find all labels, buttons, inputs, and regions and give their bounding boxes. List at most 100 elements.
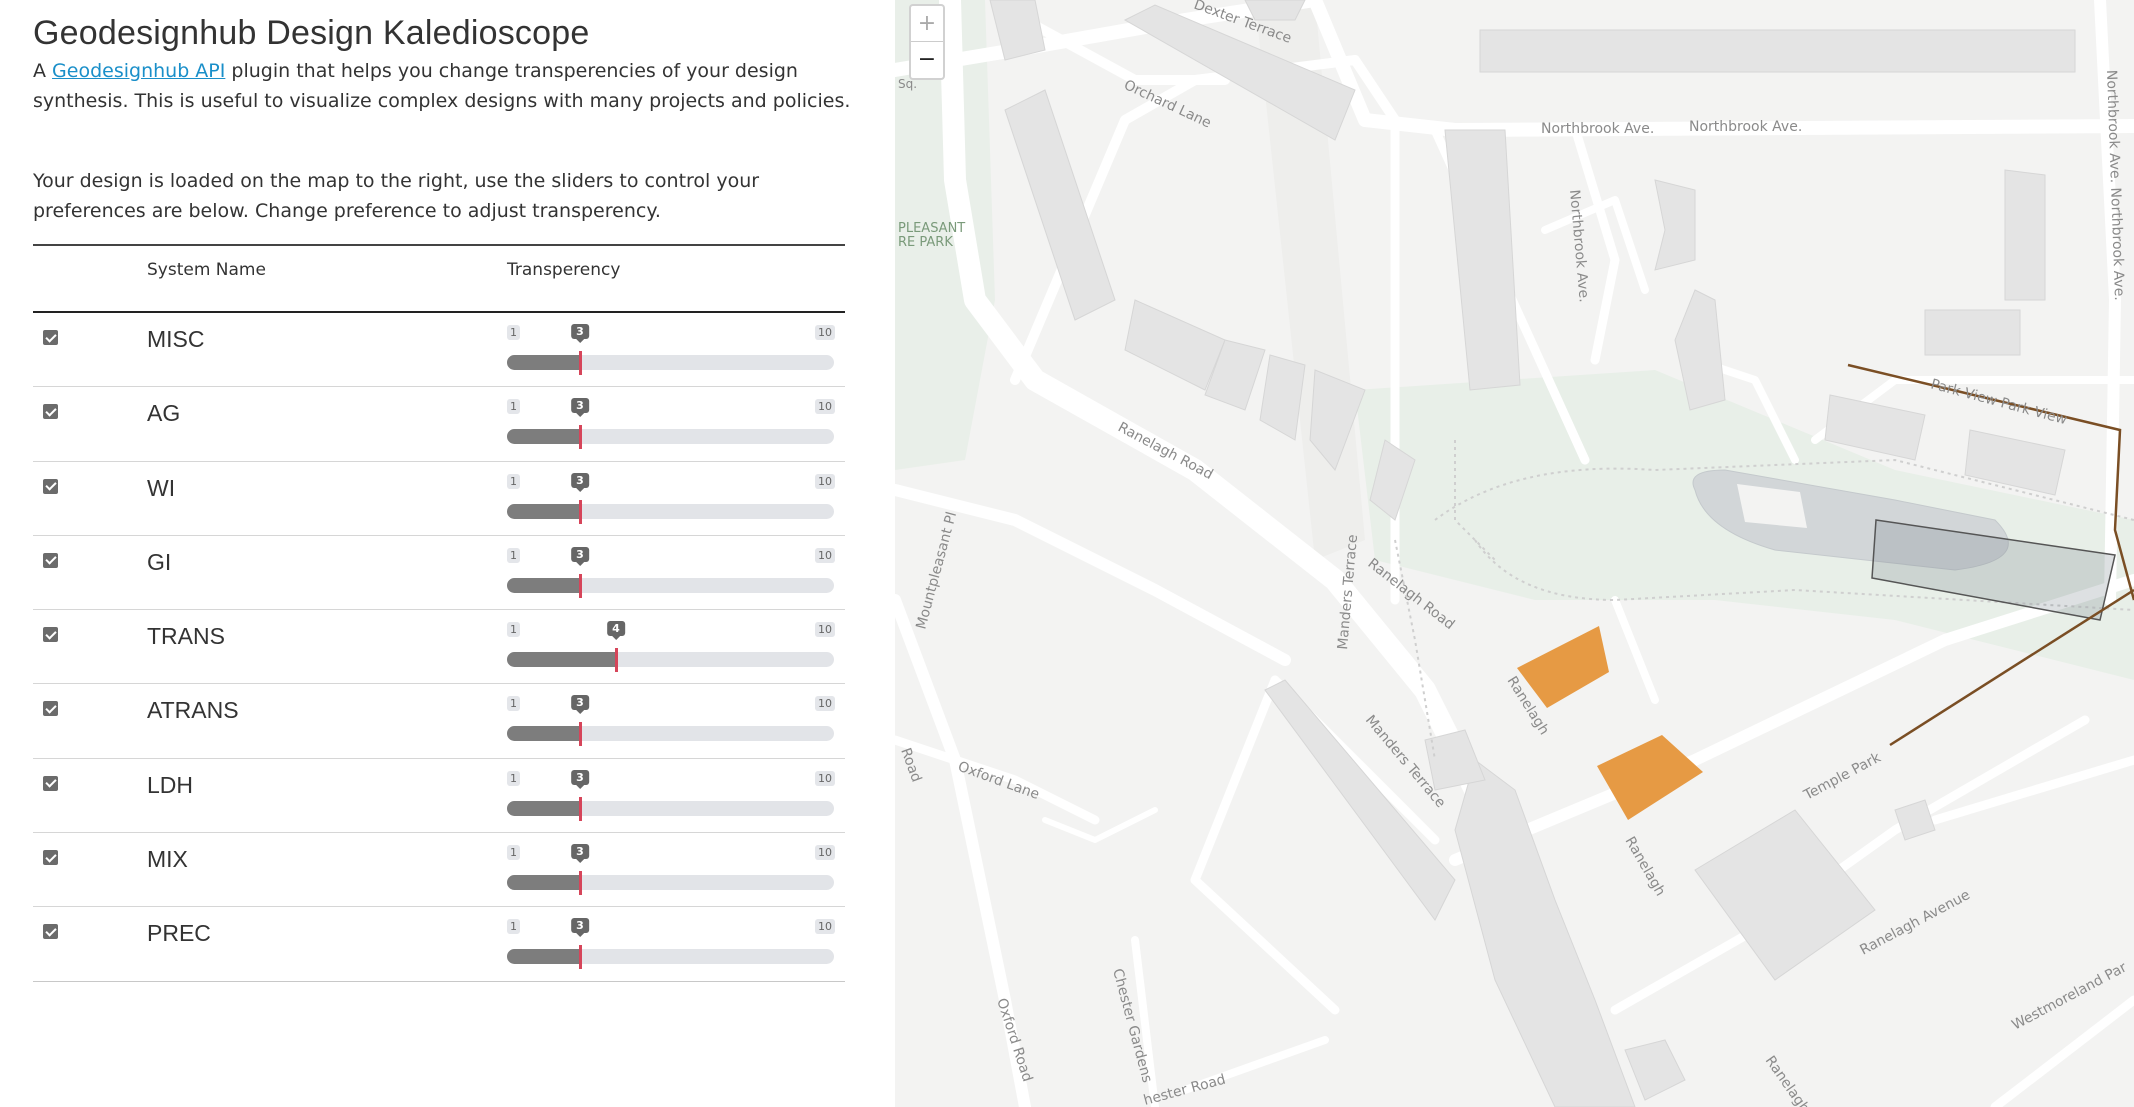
slider-track[interactable] — [507, 949, 834, 965]
slider-value-label: 3 — [571, 472, 589, 492]
system-checkbox[interactable] — [43, 478, 58, 494]
slider-value-label: 4 — [607, 621, 625, 641]
slider-value-label: 3 — [571, 844, 589, 864]
slider-max-label: 10 — [815, 473, 835, 489]
table-row: MISC 1 10 3 — [33, 313, 845, 388]
slider-handle[interactable] — [579, 573, 582, 598]
slider-value-label: 3 — [571, 769, 589, 789]
slider-min-label: 1 — [507, 845, 520, 861]
slider-max-label: 10 — [815, 770, 835, 786]
system-checkbox[interactable] — [43, 404, 58, 420]
zoom-in-button[interactable]: + — [911, 6, 943, 42]
map-label: Northbrook Ave. — [1566, 189, 1592, 303]
map-label: Northbrook Ave. — [1541, 121, 1654, 137]
slider-handle[interactable] — [579, 871, 582, 896]
instructions-text: Your design is loaded on the map to the … — [33, 170, 760, 222]
slider-handle[interactable] — [579, 499, 582, 524]
map-label: Ranelagh — [1622, 834, 1669, 899]
table-row: ATRANS 1 10 3 — [33, 684, 845, 759]
system-name: AG — [147, 400, 181, 427]
transparency-slider[interactable]: 1 10 3 — [507, 544, 835, 600]
zoom-out-button[interactable]: − — [911, 42, 943, 78]
slider-track[interactable] — [507, 503, 834, 519]
transparency-slider[interactable]: 1 10 3 — [507, 915, 835, 971]
system-checkbox[interactable] — [43, 924, 58, 940]
system-checkbox[interactable] — [43, 552, 58, 568]
slider-handle[interactable] — [579, 796, 582, 821]
transparency-slider[interactable]: 1 10 3 — [507, 767, 835, 823]
system-name: WI — [147, 474, 176, 501]
slider-track[interactable] — [507, 355, 834, 370]
design-polygon[interactable] — [1597, 735, 1703, 820]
map-label: Mountpleasant Pl — [913, 510, 960, 631]
slider-track[interactable] — [507, 875, 834, 891]
map-label: RE PARK — [898, 235, 953, 250]
column-header-system-name: System Name — [147, 260, 266, 280]
system-checkbox[interactable] — [43, 701, 58, 717]
transparency-slider[interactable]: 1 10 3 — [507, 395, 835, 451]
geodesignhub-api-link[interactable]: Geodesignhub API — [52, 60, 225, 82]
slider-track[interactable] — [507, 652, 834, 668]
table-header: System Name Transperency — [33, 246, 845, 313]
slider-fill — [507, 652, 616, 668]
slider-handle[interactable] — [615, 648, 618, 673]
slider-max-label: 10 — [815, 399, 835, 415]
slider-handle[interactable] — [579, 425, 582, 450]
slider-max-label: 10 — [815, 696, 835, 712]
slider-fill — [507, 949, 580, 965]
slider-min-label: 1 — [507, 770, 520, 786]
system-name: PREC — [147, 920, 211, 947]
slider-max-label: 10 — [815, 547, 835, 563]
left-panel: Geodesignhub Design Kaledioscope A Geode… — [0, 0, 895, 1107]
map[interactable]: Dexter Terrace Orchard Lane Northbrook A… — [895, 0, 2134, 1107]
slider-value-label: 3 — [571, 695, 589, 715]
transparency-slider[interactable]: 1 10 3 — [507, 321, 835, 377]
table-row: LDH 1 10 3 — [33, 759, 845, 834]
table-row: MIX 1 10 3 — [33, 833, 845, 908]
slider-max-label: 10 — [815, 919, 835, 935]
slider-track[interactable] — [507, 800, 834, 816]
slider-track[interactable] — [507, 577, 834, 593]
transparency-slider[interactable]: 1 10 3 — [507, 841, 835, 897]
system-checkbox[interactable] — [43, 330, 58, 345]
basemap[interactable]: Dexter Terrace Orchard Lane Northbrook A… — [895, 0, 2134, 1107]
slider-fill — [507, 726, 580, 742]
transparency-slider[interactable]: 1 10 3 — [507, 470, 835, 526]
system-checkbox[interactable] — [43, 850, 58, 866]
table-row: GI 1 10 3 — [33, 536, 845, 611]
slider-handle[interactable] — [579, 945, 582, 970]
map-label: Ranelagh — [1762, 1053, 1813, 1107]
slider-min-label: 1 — [507, 473, 520, 489]
slider-track[interactable] — [507, 429, 834, 445]
slider-fill — [507, 800, 580, 816]
slider-fill — [507, 355, 580, 370]
slider-value-label: 3 — [571, 546, 589, 566]
slider-min-label: 1 — [507, 325, 520, 340]
slider-min-label: 1 — [507, 547, 520, 563]
map-label: Orchard Lane — [1121, 77, 1213, 131]
system-checkbox[interactable] — [43, 775, 58, 791]
table-row: PREC 1 10 3 — [33, 907, 845, 982]
system-checkbox[interactable] — [43, 627, 58, 643]
transparency-slider[interactable]: 1 10 4 — [507, 618, 835, 674]
slider-track[interactable] — [507, 726, 834, 742]
slider-handle[interactable] — [579, 351, 582, 375]
slider-max-label: 10 — [815, 845, 835, 861]
map-label: Northbrook Ave. — [1689, 119, 1802, 135]
column-header-transparency: Transperency — [507, 260, 621, 280]
page-title: Geodesignhub Design Kaledioscope — [33, 14, 590, 52]
system-name: GI — [147, 548, 172, 575]
map-label: Ranelagh Avenue — [1857, 887, 1972, 958]
slider-max-label: 10 — [815, 622, 835, 638]
preferences-table: System Name Transperency MISC 1 10 3 AG 1 10 3 W… — [33, 244, 845, 982]
map-label: PLEASANT — [898, 221, 965, 236]
system-name: LDH — [147, 771, 194, 798]
map-label: Ranelagh Road — [1115, 419, 1215, 483]
system-name: TRANS — [147, 623, 225, 650]
table-row: WI 1 10 3 — [33, 462, 845, 536]
system-name: ATRANS — [147, 697, 239, 724]
table-row: TRANS 1 10 4 — [33, 610, 845, 685]
transparency-slider[interactable]: 1 10 3 — [507, 692, 835, 748]
slider-handle[interactable] — [579, 722, 582, 747]
intro-prefix: A — [33, 60, 53, 82]
